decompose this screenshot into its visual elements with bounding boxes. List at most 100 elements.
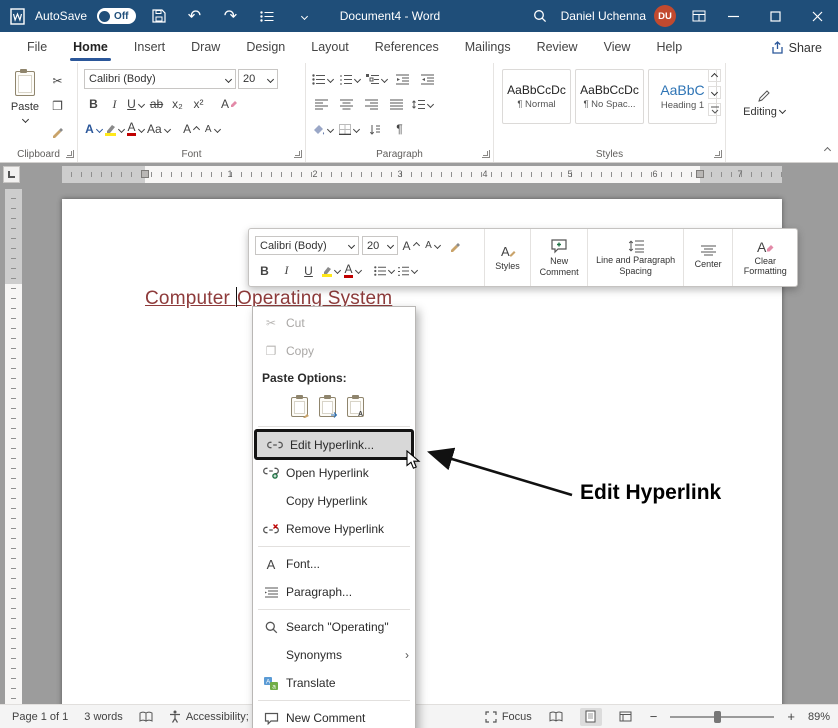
font-size-combo[interactable]: 20 (238, 69, 278, 89)
paste-merge-formatting-button[interactable] (319, 397, 336, 417)
mini-grow-font-button[interactable]: A (401, 236, 420, 256)
share-button[interactable]: Share (771, 41, 822, 55)
sort-button[interactable] (365, 119, 384, 139)
format-painter-button[interactable] (48, 121, 67, 141)
mini-underline-button[interactable]: U (299, 261, 318, 281)
borders-button[interactable] (339, 119, 359, 139)
zoom-in-button[interactable]: + (787, 709, 795, 724)
context-menu-item-edit-hyperlink[interactable]: Edit Hyperlink... (254, 429, 414, 460)
tab-home[interactable]: Home (60, 32, 121, 63)
tab-insert[interactable]: Insert (121, 32, 178, 63)
mini-font-color-button[interactable]: A (343, 261, 362, 281)
context-menu-item-remove-hyperlink[interactable]: Remove Hyperlink (253, 515, 415, 543)
tab-mailings[interactable]: Mailings (452, 32, 524, 63)
print-layout-button[interactable] (580, 708, 602, 726)
proofing-icon[interactable] (139, 711, 153, 723)
highlight-button[interactable] (105, 119, 124, 139)
mini-numbering-button[interactable] (397, 261, 417, 281)
copy-button[interactable]: ❐ (48, 96, 67, 116)
decrease-indent-button[interactable] (393, 69, 412, 89)
superscript-button[interactable]: x² (189, 94, 208, 114)
context-menu-item-paragraph[interactable]: Paragraph... (253, 578, 415, 606)
mini-bullets-button[interactable] (374, 261, 394, 281)
paragraph-dialog-launcher[interactable] (482, 150, 490, 158)
collapse-ribbon-button[interactable] (825, 144, 830, 158)
context-menu-item-synonyms[interactable]: Synonyms › (253, 641, 415, 669)
context-menu-item-new-comment[interactable]: New Comment (253, 704, 415, 728)
bold-button[interactable]: B (84, 94, 103, 114)
font-dialog-launcher[interactable] (294, 150, 302, 158)
italic-button[interactable]: I (105, 94, 124, 114)
line-spacing-button[interactable] (412, 94, 433, 114)
vertical-ruler[interactable] (5, 189, 22, 704)
paste-button[interactable]: Paste (8, 71, 42, 127)
strikethrough-button[interactable]: ab (147, 94, 166, 114)
autosave-toggle[interactable]: Off (97, 8, 135, 24)
focus-mode-button[interactable]: Focus (485, 711, 532, 723)
styles-more-button[interactable] (708, 103, 721, 116)
zoom-level[interactable]: 89% (808, 711, 830, 723)
tab-file[interactable]: File (14, 32, 60, 63)
zoom-slider[interactable] (670, 716, 774, 718)
context-menu-item-open-hyperlink[interactable]: Open Hyperlink (253, 459, 415, 487)
grow-font-button[interactable]: A (182, 119, 201, 139)
ribbon-display-options-icon[interactable] (686, 5, 712, 27)
bullets-button[interactable] (312, 69, 333, 89)
justify-button[interactable] (387, 94, 406, 114)
text-effects-button[interactable]: A (84, 119, 103, 139)
clear-formatting-button[interactable]: A (220, 94, 239, 114)
styles-scroll-up-button[interactable] (708, 69, 721, 82)
word-count[interactable]: 3 words (84, 711, 123, 723)
mini-format-painter-button[interactable] (445, 236, 464, 256)
tab-layout[interactable]: Layout (298, 32, 362, 63)
subscript-button[interactable]: x₂ (168, 94, 187, 114)
undo-button[interactable]: ↶ (182, 5, 208, 27)
web-layout-button[interactable] (615, 708, 637, 726)
tab-draw[interactable]: Draw (178, 32, 233, 63)
styles-scroll-down-button[interactable] (708, 86, 721, 99)
search-icon[interactable] (527, 5, 553, 27)
avatar[interactable]: DU (654, 5, 676, 27)
mini-bold-button[interactable]: B (255, 261, 274, 281)
paste-keep-source-formatting-button[interactable] (291, 397, 308, 417)
styles-dialog-launcher[interactable] (714, 150, 722, 158)
horizontal-ruler[interactable]: 1 2 3 4 5 6 7 (62, 166, 782, 183)
tab-design[interactable]: Design (233, 32, 298, 63)
increase-indent-button[interactable] (418, 69, 437, 89)
clipboard-dialog-launcher[interactable] (66, 150, 74, 158)
shrink-font-button[interactable]: A (203, 119, 222, 139)
underline-button[interactable]: U (126, 94, 145, 114)
align-center-button[interactable] (337, 94, 356, 114)
numbering-button[interactable] (339, 69, 360, 89)
cut-button[interactable]: ✂ (48, 71, 67, 91)
bullets-quick-access-button[interactable] (254, 5, 280, 27)
context-menu-item-copy-hyperlink[interactable]: Copy Hyperlink (253, 487, 415, 515)
account-name[interactable]: Daniel Uchenna (561, 9, 646, 23)
read-mode-button[interactable] (545, 708, 567, 726)
tab-references[interactable]: References (362, 32, 452, 63)
mini-font-size-combo[interactable]: 20 (362, 236, 398, 255)
mini-new-comment-button[interactable]: New Comment (531, 229, 589, 286)
style-no-spacing[interactable]: AaBbCcDc ¶ No Spac... (575, 69, 644, 124)
mini-highlight-button[interactable] (321, 261, 340, 281)
style-heading1[interactable]: AaBbC Heading 1 (648, 69, 717, 124)
zoom-slider-handle[interactable] (714, 711, 721, 723)
redo-button[interactable]: ↷ (218, 5, 244, 27)
change-case-button[interactable]: Aa (147, 119, 170, 139)
paste-keep-text-only-button[interactable]: A (347, 397, 364, 417)
mini-italic-button[interactable]: I (277, 261, 296, 281)
font-name-combo[interactable]: Calibri (Body) (84, 69, 236, 89)
font-color-button[interactable]: A (126, 119, 145, 139)
close-button[interactable] (796, 0, 838, 32)
minimize-button[interactable] (712, 0, 754, 32)
mini-clear-formatting-button[interactable]: A Clear Formatting (733, 229, 797, 286)
indent-marker-left[interactable] (141, 170, 149, 178)
mini-center-button[interactable]: Center (684, 229, 734, 286)
multilevel-list-button[interactable] (366, 69, 387, 89)
align-left-button[interactable] (312, 94, 331, 114)
tab-view[interactable]: View (591, 32, 644, 63)
show-paragraph-marks-button[interactable]: ¶ (390, 119, 409, 139)
maximize-button[interactable] (754, 0, 796, 32)
page-indicator[interactable]: Page 1 of 1 (12, 711, 68, 723)
save-button[interactable] (146, 5, 172, 27)
